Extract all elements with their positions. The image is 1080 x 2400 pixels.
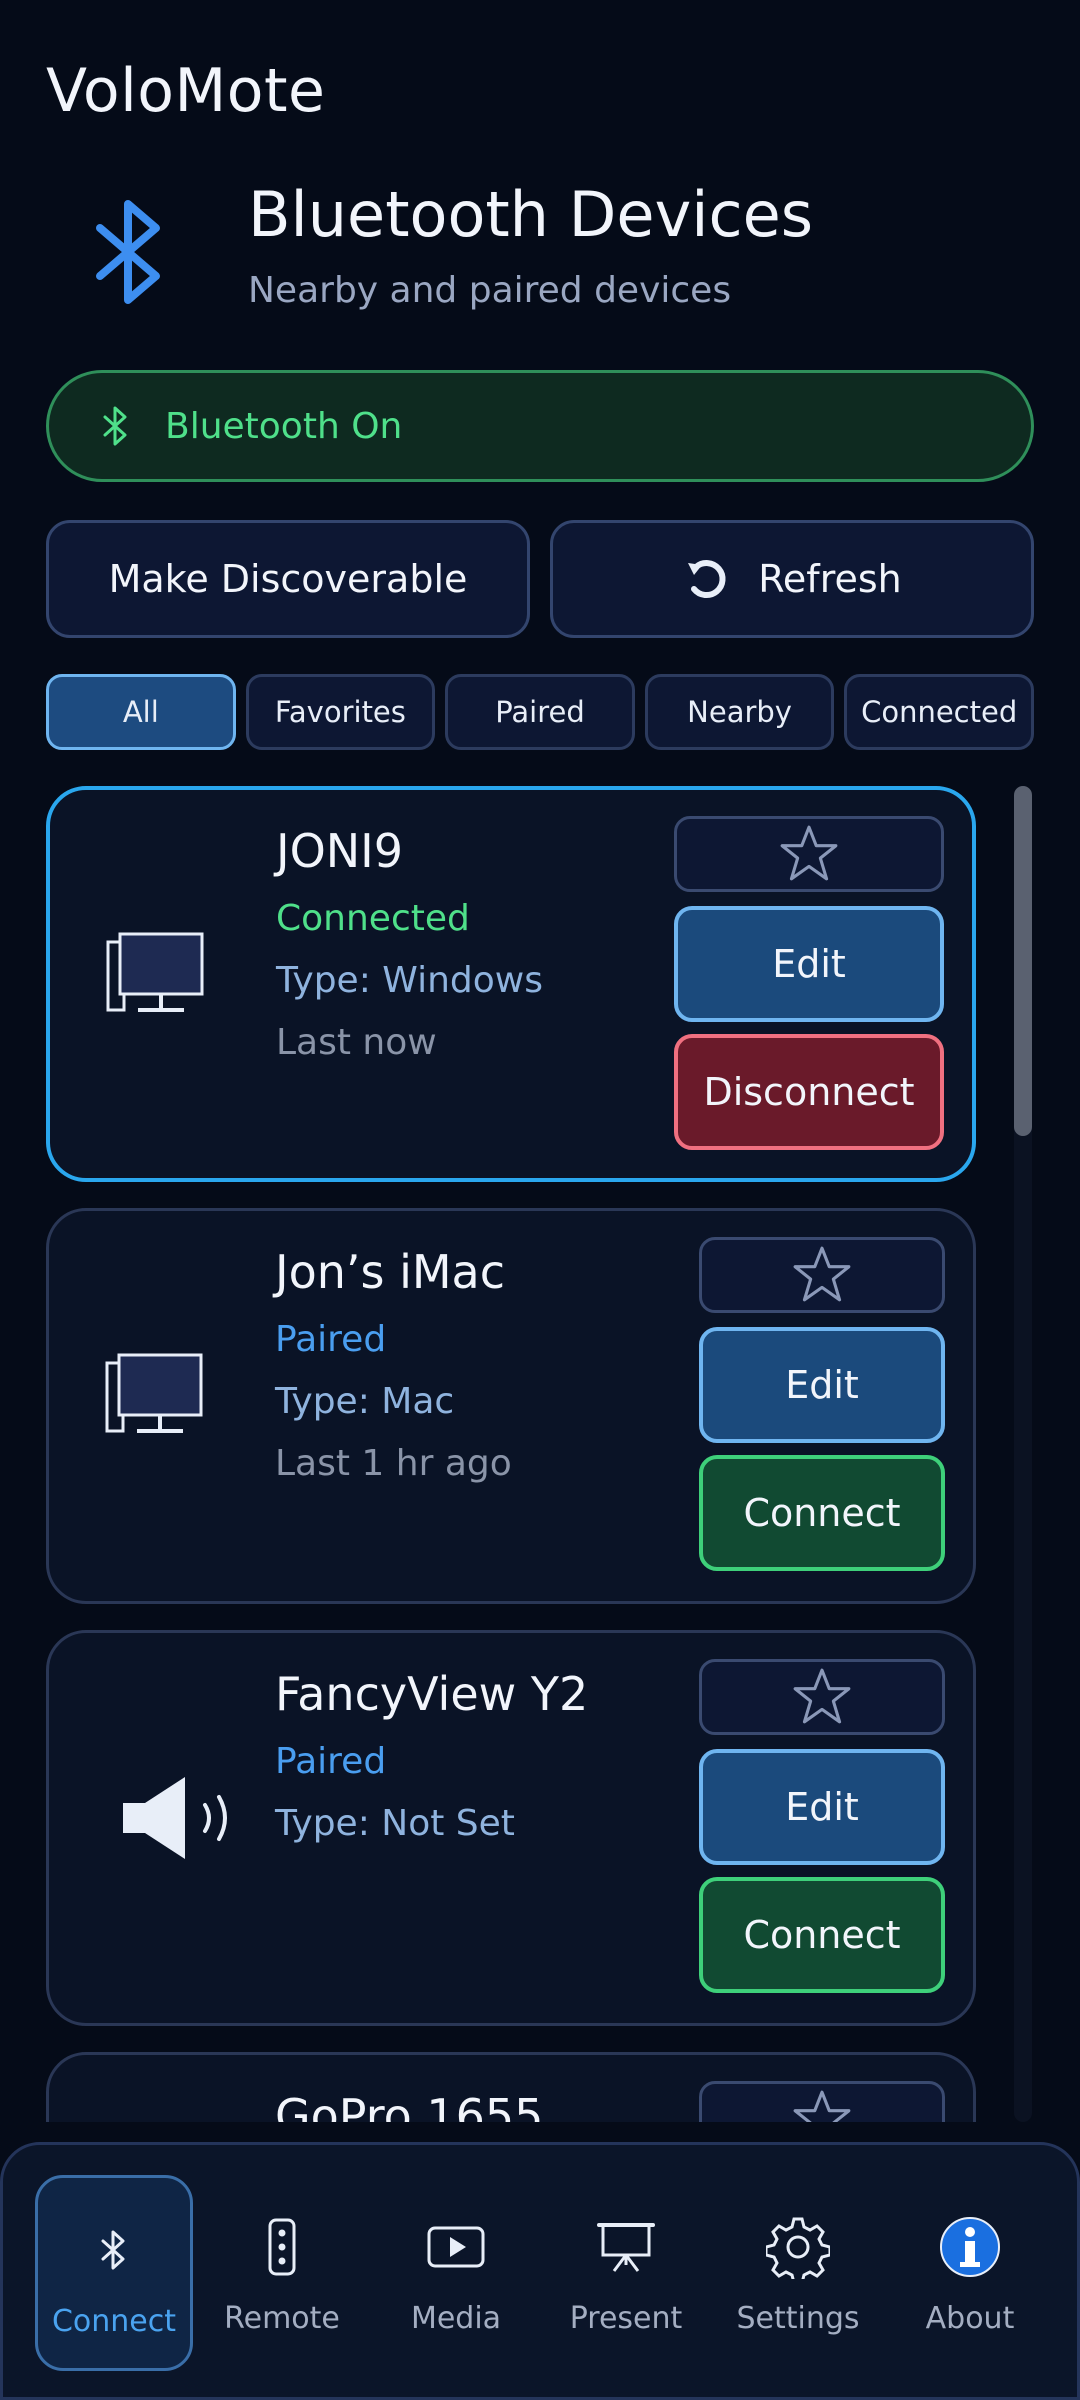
device-status: Paired (275, 1741, 387, 1782)
nav-connect[interactable]: Connect (35, 2175, 193, 2371)
edit-button[interactable]: Edit (674, 906, 944, 1022)
device-card[interactable]: JONI9 Connected Type: Windows Last now E… (46, 786, 976, 1182)
device-status: Paired (275, 1319, 387, 1360)
filter-tab-nearby[interactable]: Nearby (644, 674, 835, 750)
play-icon (427, 2226, 485, 2268)
filter-tab-connected[interactable]: Connected (844, 674, 1034, 750)
device-card[interactable]: GoPro 1655 (46, 2052, 976, 2122)
bluetooth-icon (101, 2230, 125, 2270)
refresh-button[interactable]: Refresh (550, 520, 1034, 638)
nav-media[interactable]: Media (377, 2175, 535, 2371)
remote-icon (268, 2218, 296, 2276)
star-icon (780, 825, 838, 881)
star-icon (793, 2090, 851, 2122)
nav-about-label: About (925, 2301, 1015, 2336)
nav-present-label: Present (569, 2301, 683, 2336)
filter-tab-all[interactable]: All (46, 674, 236, 750)
edit-button[interactable]: Edit (699, 1327, 945, 1443)
favorite-button[interactable] (699, 1237, 945, 1313)
device-last-seen: Last 1 hr ago (275, 1443, 512, 1484)
disconnect-button[interactable]: Disconnect (674, 1034, 944, 1150)
info-icon (940, 2217, 1000, 2277)
nav-settings-label: Settings (736, 2301, 860, 2336)
favorite-button[interactable] (674, 816, 944, 892)
device-type: Type: Not Set (275, 1803, 515, 1844)
refresh-label: Refresh (758, 557, 902, 601)
star-icon (793, 1668, 851, 1724)
star-icon (793, 1246, 851, 1302)
device-status: Connected (276, 898, 470, 939)
connect-button[interactable]: Connect (699, 1455, 945, 1571)
refresh-icon (688, 560, 726, 599)
device-last-seen: Last now (276, 1022, 437, 1063)
make-discoverable-button[interactable]: Make Discoverable (46, 520, 530, 638)
nav-about[interactable]: About (891, 2175, 1049, 2371)
device-list: JONI9 Connected Type: Windows Last now E… (0, 786, 1080, 2122)
nav-remote[interactable]: Remote (203, 2175, 361, 2371)
page-subtitle: Nearby and paired devices (248, 270, 732, 311)
nav-settings[interactable]: Settings (719, 2175, 877, 2371)
connect-button[interactable]: Connect (699, 1877, 945, 1993)
device-card[interactable]: FancyView Y2 Paired Type: Not Set Edit C… (46, 1630, 976, 2026)
device-name: GoPro 1655 (275, 2089, 544, 2122)
device-type: Type: Mac (275, 1381, 455, 1422)
nav-media-label: Media (410, 2301, 502, 2336)
device-card[interactable]: Jon’s iMac Paired Type: Mac Last 1 hr ag… (46, 1208, 976, 1604)
bluetooth-icon (103, 406, 127, 446)
device-name: Jon’s iMac (275, 1245, 506, 1299)
page-title: Bluetooth Devices (248, 178, 814, 251)
make-discoverable-label: Make Discoverable (108, 557, 468, 601)
bluetooth-status-label: Bluetooth On (165, 405, 403, 447)
gear-icon (766, 2217, 830, 2279)
presentation-icon (597, 2223, 655, 2272)
bluetooth-status-badge[interactable]: Bluetooth On (46, 370, 1034, 482)
favorite-button[interactable] (699, 1659, 945, 1735)
app-title: VoloMote (46, 56, 326, 126)
bluetooth-icon (96, 200, 160, 304)
filter-tab-paired[interactable]: Paired (445, 674, 635, 750)
speaker-icon (123, 1777, 227, 1859)
filter-tab-favorites[interactable]: Favorites (245, 674, 436, 750)
device-name: JONI9 (276, 824, 404, 878)
favorite-button[interactable] (699, 2081, 945, 2122)
nav-present[interactable]: Present (547, 2175, 705, 2371)
bottom-navigation: Connect Remote Media Present Settings Ab… (0, 2142, 1080, 2400)
monitor-icon (106, 932, 204, 1012)
device-type: Type: Windows (276, 960, 543, 1001)
edit-button[interactable]: Edit (699, 1749, 945, 1865)
monitor-icon (105, 1353, 203, 1433)
nav-remote-label: Remote (224, 2301, 340, 2336)
filter-tabs: All Favorites Paired Nearby Connected (46, 674, 1034, 750)
nav-connect-label: Connect (51, 2304, 177, 2339)
device-name: FancyView Y2 (275, 1667, 589, 1721)
